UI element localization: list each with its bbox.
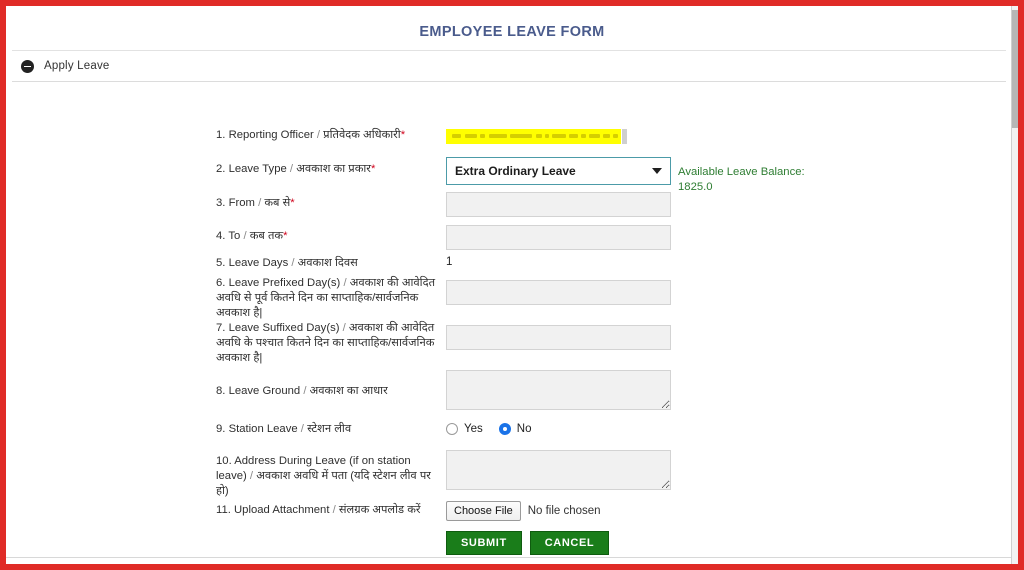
page-title: EMPLOYEE LEAVE FORM bbox=[419, 24, 605, 40]
label-separator: / bbox=[300, 423, 304, 435]
required-asterisk: * bbox=[370, 163, 376, 175]
leave-suffixed-days-field-wrap bbox=[446, 325, 671, 350]
label-leave-prefixed-days: 6. Leave Prefixed Day(s) / अवकाश की आवेद… bbox=[216, 276, 444, 321]
label-leave-type-number: 2. bbox=[216, 163, 226, 175]
label-leave-days-number: 5. bbox=[216, 257, 226, 269]
label-to-hi: कब तक bbox=[249, 230, 284, 242]
reporting-officer-field-wrap bbox=[446, 129, 627, 144]
label-leave-days-hi: अवकाश दिवस bbox=[297, 257, 358, 269]
available-leave-balance: Available Leave Balance: 1825.0 bbox=[678, 165, 858, 195]
leave-suffixed-days-input[interactable] bbox=[446, 325, 671, 350]
label-separator: / bbox=[243, 230, 247, 242]
to-field-wrap bbox=[446, 225, 671, 250]
required-asterisk: * bbox=[290, 197, 295, 209]
label-address-during-leave-hi: अवकाश अवधि में पता (यदि स्टेशन लीव पर हो… bbox=[216, 470, 431, 497]
leave-ground-field-wrap bbox=[446, 370, 671, 415]
label-leave-ground: 8. Leave Ground / अवकाश का आधार bbox=[216, 384, 444, 399]
label-leave-days: 5. Leave Days / अवकाश दिवस bbox=[216, 256, 444, 271]
label-from-en: From bbox=[228, 197, 255, 209]
label-station-leave-en: Station Leave bbox=[228, 423, 298, 435]
label-leave-type: 2. Leave Type / अवकाश का प्रकार* bbox=[216, 162, 444, 177]
label-reporting-officer-hi: प्रतिवेदक अधिकारी bbox=[323, 129, 401, 141]
leave-type-select[interactable]: Extra Ordinary Leave bbox=[446, 157, 671, 185]
label-leave-suffixed-days: 7. Leave Suffixed Day(s) / अवकाश की आवेद… bbox=[216, 321, 444, 366]
upload-attachment-field-wrap: Choose File No file chosen bbox=[446, 501, 601, 521]
label-separator: / bbox=[303, 385, 307, 397]
label-to: 4. To / कब तक* bbox=[216, 229, 444, 244]
label-separator: / bbox=[316, 129, 321, 141]
apply-leave-panel: Apply Leave bbox=[12, 50, 1006, 82]
label-reporting-officer: 1. Reporting Officer / प्रतिवेदक अधिकारी… bbox=[216, 128, 444, 143]
station-leave-radio-yes[interactable] bbox=[446, 423, 458, 435]
reporting-officer-input[interactable] bbox=[446, 129, 621, 144]
label-leave-ground-hi: अवकाश का आधार bbox=[309, 385, 388, 397]
label-leave-suffixed-days-en: Leave Suffixed Day(s) bbox=[228, 322, 340, 334]
label-reporting-officer-en: Reporting Officer bbox=[228, 129, 314, 141]
leave-type-field-wrap: Extra Ordinary Leave bbox=[446, 157, 671, 185]
label-separator: / bbox=[291, 257, 295, 269]
label-station-leave-hi: स्टेशन लीव bbox=[307, 423, 352, 435]
from-field-wrap bbox=[446, 192, 671, 217]
label-reporting-officer-number: 1. bbox=[216, 129, 226, 141]
page-scrollbar[interactable] bbox=[1011, 6, 1018, 564]
leave-days-value: 1 bbox=[446, 256, 453, 268]
label-separator: / bbox=[342, 322, 346, 334]
cancel-button[interactable]: CANCEL bbox=[529, 531, 610, 555]
to-date-input[interactable] bbox=[446, 225, 671, 250]
station-leave-label-yes: Yes bbox=[464, 423, 483, 435]
label-leave-days-en: Leave Days bbox=[228, 257, 289, 269]
browser-red-frame: EMPLOYEE LEAVE FORM Apply Leave 1. Repor… bbox=[0, 0, 1024, 570]
available-leave-balance-label: Available Leave Balance: bbox=[678, 166, 805, 178]
label-from-hi: कब से bbox=[264, 197, 291, 209]
label-from: 3. From / कब से* bbox=[216, 196, 444, 211]
apply-leave-panel-title: Apply Leave bbox=[44, 60, 110, 72]
label-separator: / bbox=[289, 163, 294, 175]
required-asterisk: * bbox=[283, 230, 288, 242]
station-leave-radio-group: Yes No bbox=[446, 423, 541, 435]
from-date-input[interactable] bbox=[446, 192, 671, 217]
label-address-during-leave: 10. Address During Leave (if on station … bbox=[216, 454, 444, 499]
leave-ground-textarea[interactable] bbox=[446, 370, 671, 410]
station-leave-label-no: No bbox=[516, 423, 532, 435]
label-to-number: 4. bbox=[216, 230, 226, 242]
station-leave-radio-no[interactable] bbox=[498, 423, 511, 435]
apply-leave-panel-header[interactable]: Apply Leave bbox=[12, 51, 1006, 81]
label-to-en: To bbox=[228, 230, 241, 242]
leave-prefixed-days-field-wrap bbox=[446, 280, 671, 305]
label-separator: / bbox=[343, 277, 347, 289]
submit-button[interactable]: SUBMIT bbox=[446, 531, 522, 555]
address-during-leave-textarea[interactable] bbox=[446, 450, 671, 490]
label-station-leave-number: 9. bbox=[216, 423, 226, 435]
label-from-number: 3. bbox=[216, 197, 226, 209]
available-leave-balance-value: 1825.0 bbox=[678, 181, 713, 193]
file-chosen-status: No file chosen bbox=[527, 505, 601, 517]
label-leave-type-hi: अवकाश का प्रकार bbox=[296, 163, 371, 175]
label-leave-prefixed-days-number: 6. bbox=[216, 277, 226, 289]
label-separator: / bbox=[332, 504, 336, 516]
page-scrollbar-thumb[interactable] bbox=[1012, 10, 1018, 128]
reporting-officer-cursor bbox=[622, 129, 627, 144]
label-upload-attachment: 11. Upload Attachment / संलग्रक अपलोड कर… bbox=[216, 503, 444, 518]
required-asterisk: * bbox=[400, 129, 406, 141]
label-upload-attachment-en: Upload Attachment bbox=[234, 504, 330, 516]
label-separator: / bbox=[258, 197, 262, 209]
label-upload-attachment-hi: संलग्रक अपलोड करें bbox=[338, 504, 421, 516]
label-upload-attachment-number: 11. bbox=[216, 504, 231, 516]
label-address-during-leave-number: 10. bbox=[216, 455, 232, 467]
inner-bottom-edge bbox=[6, 557, 1018, 564]
leave-prefixed-days-input[interactable] bbox=[446, 280, 671, 305]
label-station-leave: 9. Station Leave / स्टेशन लीव bbox=[216, 422, 444, 437]
label-leave-type-en: Leave Type bbox=[228, 163, 287, 175]
label-leave-prefixed-days-en: Leave Prefixed Day(s) bbox=[228, 277, 341, 289]
action-buttons-wrap: SUBMIT CANCEL bbox=[446, 531, 610, 555]
label-leave-ground-en: Leave Ground bbox=[228, 385, 301, 397]
page-content: EMPLOYEE LEAVE FORM Apply Leave 1. Repor… bbox=[6, 6, 1018, 564]
label-separator: / bbox=[249, 470, 254, 482]
choose-file-button[interactable]: Choose File bbox=[446, 501, 521, 521]
label-leave-suffixed-days-number: 7. bbox=[216, 322, 226, 334]
minus-circle-icon[interactable] bbox=[21, 59, 34, 73]
address-during-leave-field-wrap bbox=[446, 450, 671, 495]
label-leave-ground-number: 8. bbox=[216, 385, 226, 397]
